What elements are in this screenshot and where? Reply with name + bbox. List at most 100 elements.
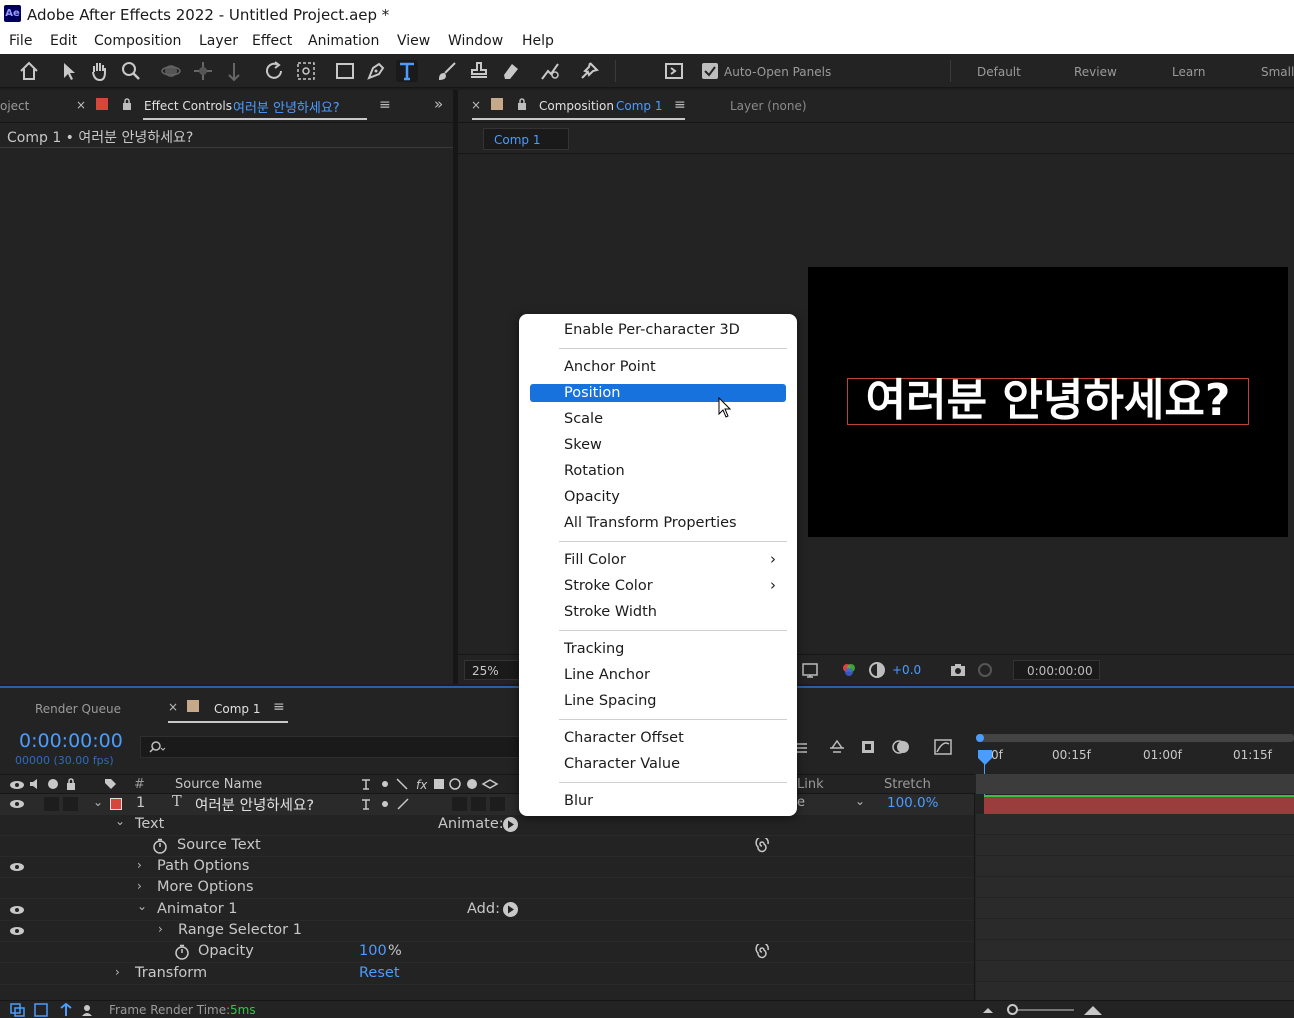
stretch-value[interactable]: 100.0% xyxy=(887,795,938,811)
property-row-source-text[interactable]: Source Text xyxy=(0,836,975,857)
effect-controls-layer[interactable]: 여러분 안녕하세요? xyxy=(233,97,340,116)
solo-switch[interactable] xyxy=(63,797,78,811)
eye-icon[interactable] xyxy=(9,926,25,936)
expression-spiral-icon[interactable] xyxy=(753,944,771,960)
workspace-default[interactable]: Default xyxy=(977,65,1021,79)
layer-label-color[interactable] xyxy=(110,798,122,810)
rotate-icon[interactable] xyxy=(263,60,285,82)
rectangle-icon[interactable] xyxy=(334,60,356,82)
person-icon[interactable] xyxy=(81,1003,97,1017)
chevron-right-icon[interactable]: › xyxy=(137,879,142,893)
exposure-icon[interactable] xyxy=(868,661,886,679)
menu-item-opacity[interactable]: Opacity xyxy=(564,489,620,505)
snapshot-icon[interactable] xyxy=(949,661,967,679)
layer-row[interactable]: ⌄ 1 T 여러분 안녕하세요? e ⌄ 100.0% xyxy=(0,794,975,815)
home-icon[interactable] xyxy=(18,60,40,82)
eye-icon[interactable] xyxy=(9,780,25,790)
menu-item-enable-per-character-3d[interactable]: Enable Per-character 3D xyxy=(564,322,740,338)
menu-item-character-offset[interactable]: Character Offset xyxy=(564,730,684,746)
type-icon[interactable] xyxy=(396,60,418,82)
menu-item-stroke-color[interactable]: Stroke Color xyxy=(564,578,653,594)
current-time[interactable]: 0:00:00:00 xyxy=(19,730,123,752)
menu-item-stroke-width[interactable]: Stroke Width xyxy=(564,604,657,620)
solo-icon[interactable] xyxy=(48,779,58,789)
viewer-timecode-field[interactable]: 0:00:00:00 xyxy=(1013,660,1100,680)
menu-item-line-anchor[interactable]: Line Anchor xyxy=(564,667,650,683)
menu-item-skew[interactable]: Skew xyxy=(564,437,602,453)
orbit-camera-icon[interactable] xyxy=(160,60,182,82)
render-icon[interactable] xyxy=(34,1003,50,1017)
property-row-opacity[interactable]: Opacity 100 % xyxy=(0,942,975,963)
audio-switch[interactable] xyxy=(44,797,59,811)
layer-switches[interactable] xyxy=(360,797,420,811)
work-area-start[interactable] xyxy=(976,734,984,742)
expand-panels-icon[interactable]: » xyxy=(434,95,443,113)
zoom-icon[interactable] xyxy=(120,60,142,82)
clone-stamp-icon[interactable] xyxy=(468,60,490,82)
lock-icon[interactable] xyxy=(65,777,77,791)
comp-viewer-canvas[interactable]: 여러분 안녕하세요? xyxy=(808,267,1288,537)
menu-item-line-spacing[interactable]: Line Spacing xyxy=(564,693,657,709)
puppet-pin-icon[interactable] xyxy=(578,60,600,82)
menu-window[interactable]: Window xyxy=(448,33,503,49)
menu-animation[interactable]: Animation xyxy=(308,33,379,49)
lock-icon[interactable] xyxy=(516,97,528,111)
auto-open-checkbox[interactable] xyxy=(702,63,718,79)
workspace-review[interactable]: Review xyxy=(1074,65,1117,79)
switch-box[interactable] xyxy=(452,797,467,811)
lock-icon[interactable] xyxy=(121,97,133,111)
menu-item-rotation[interactable]: Rotation xyxy=(564,463,625,479)
workspace-learn[interactable]: Learn xyxy=(1172,65,1206,79)
chevron-right-icon[interactable]: › xyxy=(158,922,163,936)
comp-subtab[interactable]: Comp 1 xyxy=(483,128,569,150)
switches-header-icons[interactable]: fx xyxy=(360,777,505,791)
menu-item-blur[interactable]: Blur xyxy=(564,793,593,809)
close-icon[interactable]: × xyxy=(471,98,481,112)
panel-menu-icon[interactable]: ≡ xyxy=(379,97,391,113)
property-row-transform[interactable]: › Transform Reset xyxy=(0,964,975,985)
switch-box[interactable] xyxy=(471,797,486,811)
menu-layer[interactable]: Layer xyxy=(199,33,238,49)
exposure-value[interactable]: +0.0 xyxy=(892,663,921,677)
track-area[interactable] xyxy=(976,814,1294,1000)
eye-icon[interactable] xyxy=(9,799,25,809)
stopwatch-icon[interactable] xyxy=(152,838,168,854)
chevron-right-icon[interactable]: › xyxy=(115,965,120,979)
menu-item-tracking[interactable]: Tracking xyxy=(564,641,624,657)
property-row-animator[interactable]: ⌄ Animator 1 Add: xyxy=(0,899,975,921)
property-row-path-options[interactable]: › Path Options xyxy=(0,857,975,878)
menu-view[interactable]: View xyxy=(397,33,430,49)
layer-name[interactable]: 여러분 안녕하세요? xyxy=(195,794,314,815)
brace-icon[interactable] xyxy=(58,1003,74,1017)
zoom-out-icon[interactable] xyxy=(982,1005,994,1015)
zoom-in-icon[interactable] xyxy=(1083,1003,1103,1017)
effect-controls-tab[interactable]: Effect Controls xyxy=(144,99,232,113)
panel-menu-icon[interactable]: ≡ xyxy=(674,97,686,113)
menu-item-fill-color[interactable]: Fill Color xyxy=(564,552,626,568)
close-icon[interactable]: × xyxy=(168,700,178,714)
menu-item-anchor-point[interactable]: Anchor Point xyxy=(564,359,656,375)
menu-item-character-value[interactable]: Character Value xyxy=(564,756,680,772)
project-tab[interactable]: oject xyxy=(0,99,29,113)
property-row-more-options[interactable]: › More Options xyxy=(0,878,975,899)
add-button[interactable] xyxy=(503,902,518,917)
menu-help[interactable]: Help xyxy=(522,33,554,49)
eye-icon[interactable] xyxy=(9,862,25,872)
parent-dropdown[interactable]: e xyxy=(797,795,805,810)
eye-icon[interactable] xyxy=(9,905,25,915)
workspace-small[interactable]: Small xyxy=(1261,65,1294,79)
column-source-name[interactable]: Source Name xyxy=(175,777,262,792)
stopwatch-icon[interactable] xyxy=(174,944,190,960)
motion-blur-icon[interactable] xyxy=(892,738,912,756)
selection-arrow-icon[interactable] xyxy=(58,60,80,82)
chevron-down-icon[interactable]: ⌄ xyxy=(855,794,865,808)
label-tag-icon[interactable] xyxy=(103,777,117,791)
hand-icon[interactable] xyxy=(88,60,110,82)
zoom-dropdown[interactable]: 25% xyxy=(464,660,520,680)
expression-spiral-icon[interactable] xyxy=(753,838,771,854)
roto-brush-icon[interactable] xyxy=(539,60,561,82)
graph-editor-icon[interactable] xyxy=(933,738,953,756)
eraser-icon[interactable] xyxy=(499,60,521,82)
menu-composition[interactable]: Composition xyxy=(94,33,181,49)
anchor-point-icon[interactable] xyxy=(295,60,317,82)
